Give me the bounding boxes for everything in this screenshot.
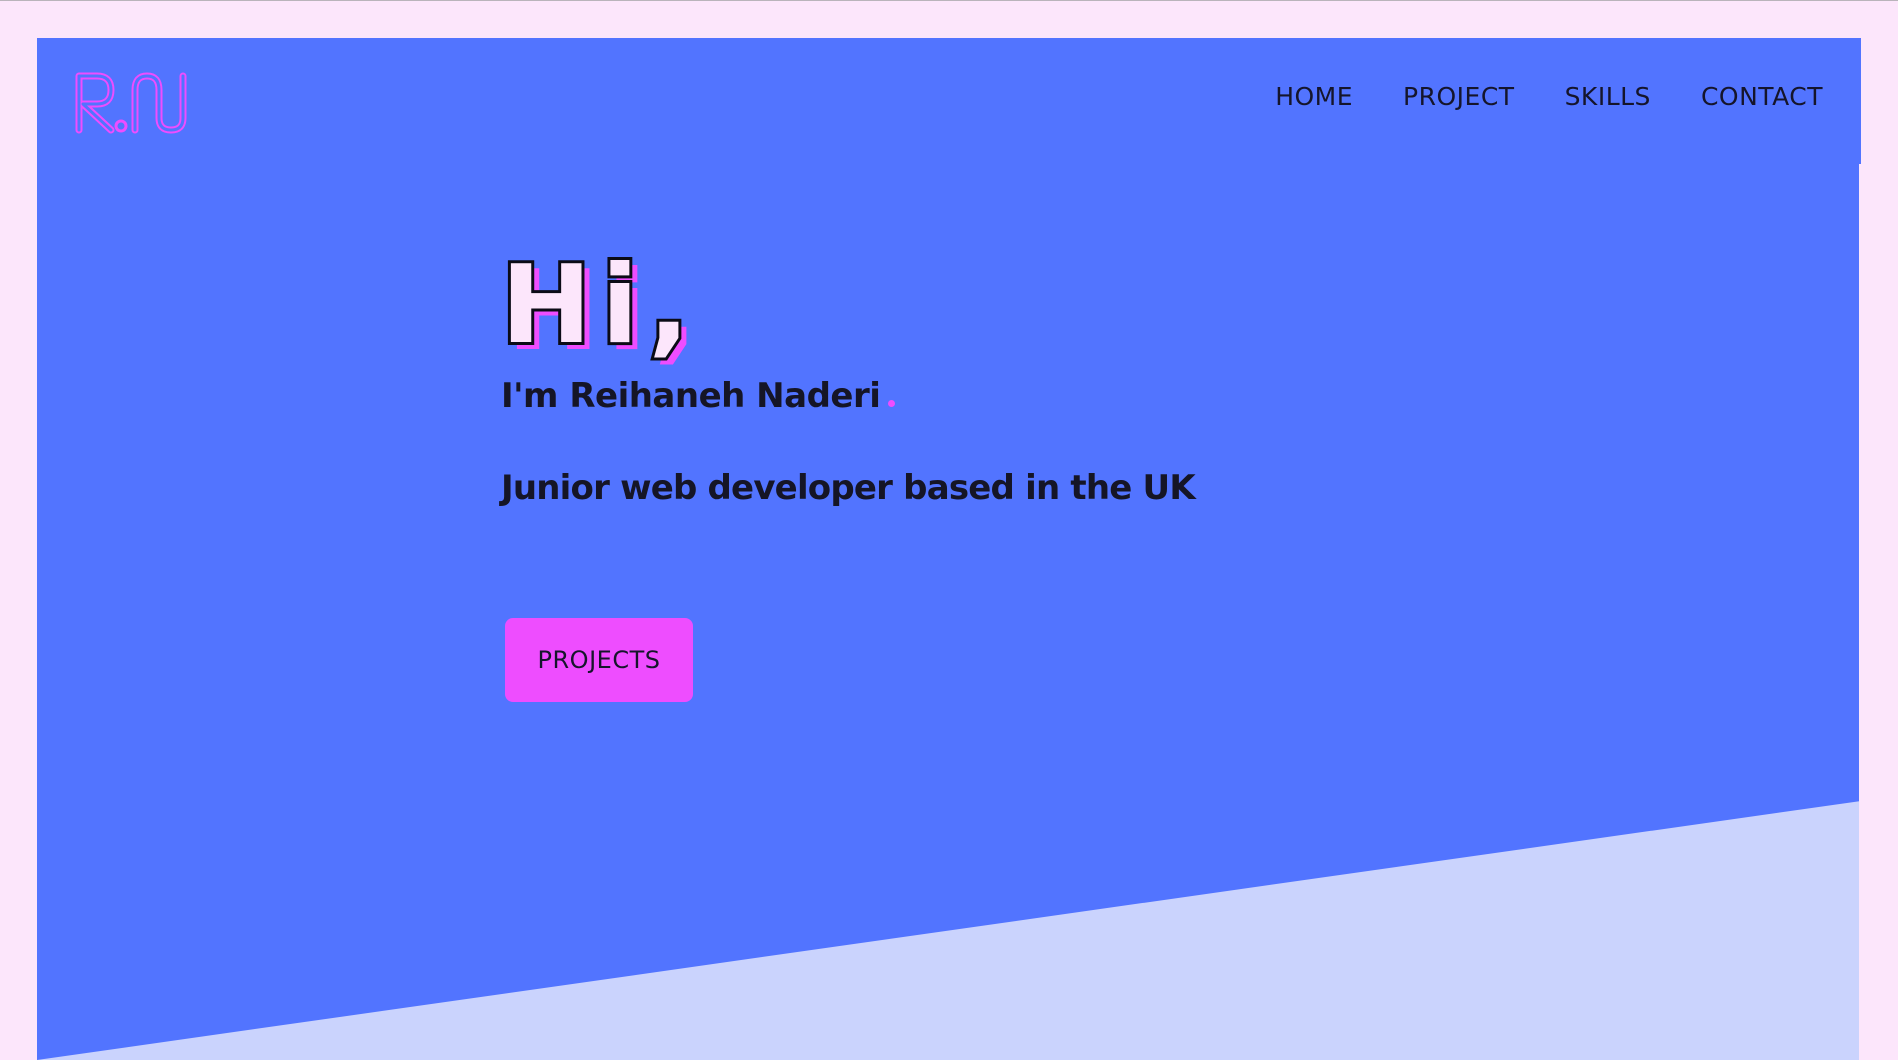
slanted-divider bbox=[37, 801, 1861, 1060]
frame-edge bbox=[1859, 164, 1861, 1060]
hero-tagline: Junior web developer based in the UK bbox=[501, 468, 1196, 508]
accent-dot bbox=[888, 400, 896, 407]
svg-text:Hi,: Hi, bbox=[501, 252, 699, 368]
logo-mark-icon bbox=[75, 72, 187, 134]
projects-button[interactable]: PROJECTS bbox=[505, 618, 693, 702]
nav-contact[interactable]: CONTACT bbox=[1701, 82, 1823, 111]
nav-home[interactable]: HOME bbox=[1275, 82, 1353, 111]
nav-skills[interactable]: SKILLS bbox=[1565, 82, 1651, 111]
greeting-heading: Hi, Hi, bbox=[501, 252, 701, 372]
site-logo[interactable] bbox=[75, 72, 191, 136]
main-nav: HOME PROJECT SKILLS CONTACT bbox=[1275, 82, 1823, 111]
hero-content: Hi, Hi, I'm Reihaneh Naderi Junior web d… bbox=[501, 252, 1196, 702]
intro-name: I'm Reihaneh Naderi bbox=[501, 376, 896, 416]
hero-section: HOME PROJECT SKILLS CONTACT Hi, Hi, I'm … bbox=[37, 38, 1861, 1060]
nav-project[interactable]: PROJECT bbox=[1403, 82, 1515, 111]
top-border bbox=[0, 0, 1898, 1]
